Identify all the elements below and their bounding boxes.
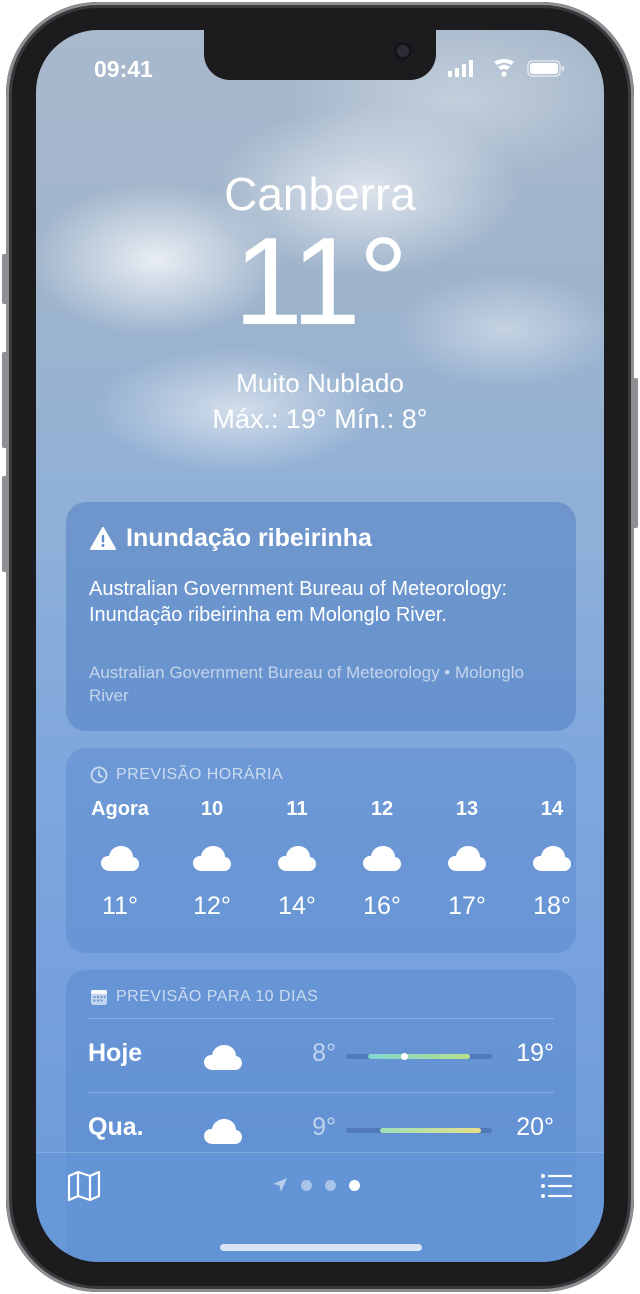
- warning-icon: [90, 526, 116, 550]
- cloud-icon: [362, 844, 402, 874]
- hour-temperature: 11°: [102, 892, 138, 920]
- cloud-icon: [100, 844, 140, 874]
- battery-icon: [527, 60, 564, 77]
- calendar-icon: [91, 990, 107, 1005]
- hourly-forecast-title: PREVISÃO HORÁRIA: [116, 766, 284, 783]
- high-low-temperature: Máx.: 19° Mín.: 8°: [212, 404, 428, 434]
- alert-title-row: Inundação ribeirinha: [90, 524, 372, 553]
- severe-weather-alert-card[interactable]: Inundação ribeirinha Australian Governme…: [66, 502, 576, 731]
- hourly-forecast-card[interactable]: PREVISÃO HORÁRIA Agora 11° 10 12° 11 14° 12 16°…: [66, 748, 576, 953]
- weather-condition: Muito Nublado: [236, 368, 404, 398]
- home-indicator[interactable]: [220, 1244, 422, 1251]
- cloud-icon: [192, 844, 232, 874]
- daily-forecast-row[interactable]: Hoje 8° 19°: [88, 1018, 554, 1091]
- cellular-signal-icon: [448, 60, 473, 77]
- hour-temperature: 14°: [278, 892, 316, 920]
- volume-down-button: [2, 476, 7, 572]
- cloud-icon: [203, 1117, 243, 1147]
- hour-label: 10: [200, 798, 224, 820]
- list-icon: [541, 1174, 573, 1198]
- hour-label: 13: [455, 798, 479, 820]
- map-button[interactable]: [66, 1169, 102, 1203]
- current-temperature: 11°: [233, 213, 408, 351]
- temperature-range-bar: [346, 1128, 492, 1133]
- cloud-icon: [447, 844, 487, 874]
- hour-temperature: 12°: [193, 892, 231, 920]
- alert-title: Inundação ribeirinha: [126, 524, 372, 552]
- city-list-button[interactable]: [538, 1169, 574, 1203]
- hour-label: 14: [540, 798, 564, 820]
- notch: [204, 30, 436, 80]
- location-arrow-icon: [273, 1178, 287, 1192]
- temperature-range-bar: [346, 1053, 492, 1060]
- cloud-icon: [532, 844, 572, 874]
- hourly-item: 14 18°: [512, 798, 592, 921]
- power-button: [633, 378, 638, 528]
- clock-icon: [90, 766, 108, 784]
- day-name: Qua.: [88, 1113, 144, 1141]
- cloud-icon: [277, 844, 317, 874]
- day-low-temperature: 9°: [312, 1113, 336, 1141]
- hourly-item: 13 17°: [427, 798, 507, 921]
- ten-day-forecast-title: PREVISÃO PARA 10 DIAS: [116, 988, 319, 1005]
- day-name: Hoje: [88, 1039, 143, 1067]
- day-high-temperature: 20°: [516, 1113, 554, 1141]
- hour-temperature: 17°: [448, 892, 486, 920]
- page-dot-active[interactable]: [349, 1179, 360, 1191]
- hour-label: Agora: [91, 798, 149, 820]
- status-time: 09:41: [94, 56, 153, 82]
- hourly-forecast-header: PREVISÃO HORÁRIA: [90, 766, 283, 784]
- cloud-icon: [203, 1043, 243, 1073]
- weather-screen: 09:41 Canberra 11° Muito Nublado Máx.: 1…: [36, 30, 604, 1262]
- hour-temperature: 16°: [363, 892, 401, 920]
- temperature-range-fill: [380, 1128, 481, 1133]
- volume-up-button: [2, 352, 7, 448]
- hourly-item: Agora 11°: [80, 798, 160, 921]
- hour-label: 12: [370, 798, 394, 820]
- hourly-item: 12 16°: [342, 798, 422, 921]
- temperature-range-fill: [368, 1054, 470, 1059]
- status-icons: [448, 58, 568, 78]
- current-temp-dot: [401, 1053, 408, 1060]
- ten-day-forecast-header: PREVISÃO PARA 10 DIAS: [90, 988, 318, 1006]
- wifi-icon: [494, 59, 514, 77]
- day-high-temperature: 19°: [516, 1039, 554, 1067]
- hour-temperature: 18°: [533, 892, 571, 920]
- hourly-item: 10 12°: [172, 798, 252, 921]
- alert-source: Australian Government Bureau of Meteorol…: [89, 663, 524, 705]
- camera-icon: [394, 42, 412, 60]
- map-icon: [67, 1170, 101, 1202]
- page-indicator[interactable]: [272, 1177, 360, 1193]
- page-dot[interactable]: [301, 1179, 312, 1191]
- alert-body: Australian Government Bureau of Meteorol…: [89, 578, 507, 626]
- silent-switch: [2, 254, 7, 304]
- hourly-item: 11 14°: [257, 798, 337, 921]
- day-low-temperature: 8°: [312, 1039, 336, 1067]
- hour-label: 11: [286, 798, 308, 820]
- page-dot[interactable]: [325, 1179, 336, 1191]
